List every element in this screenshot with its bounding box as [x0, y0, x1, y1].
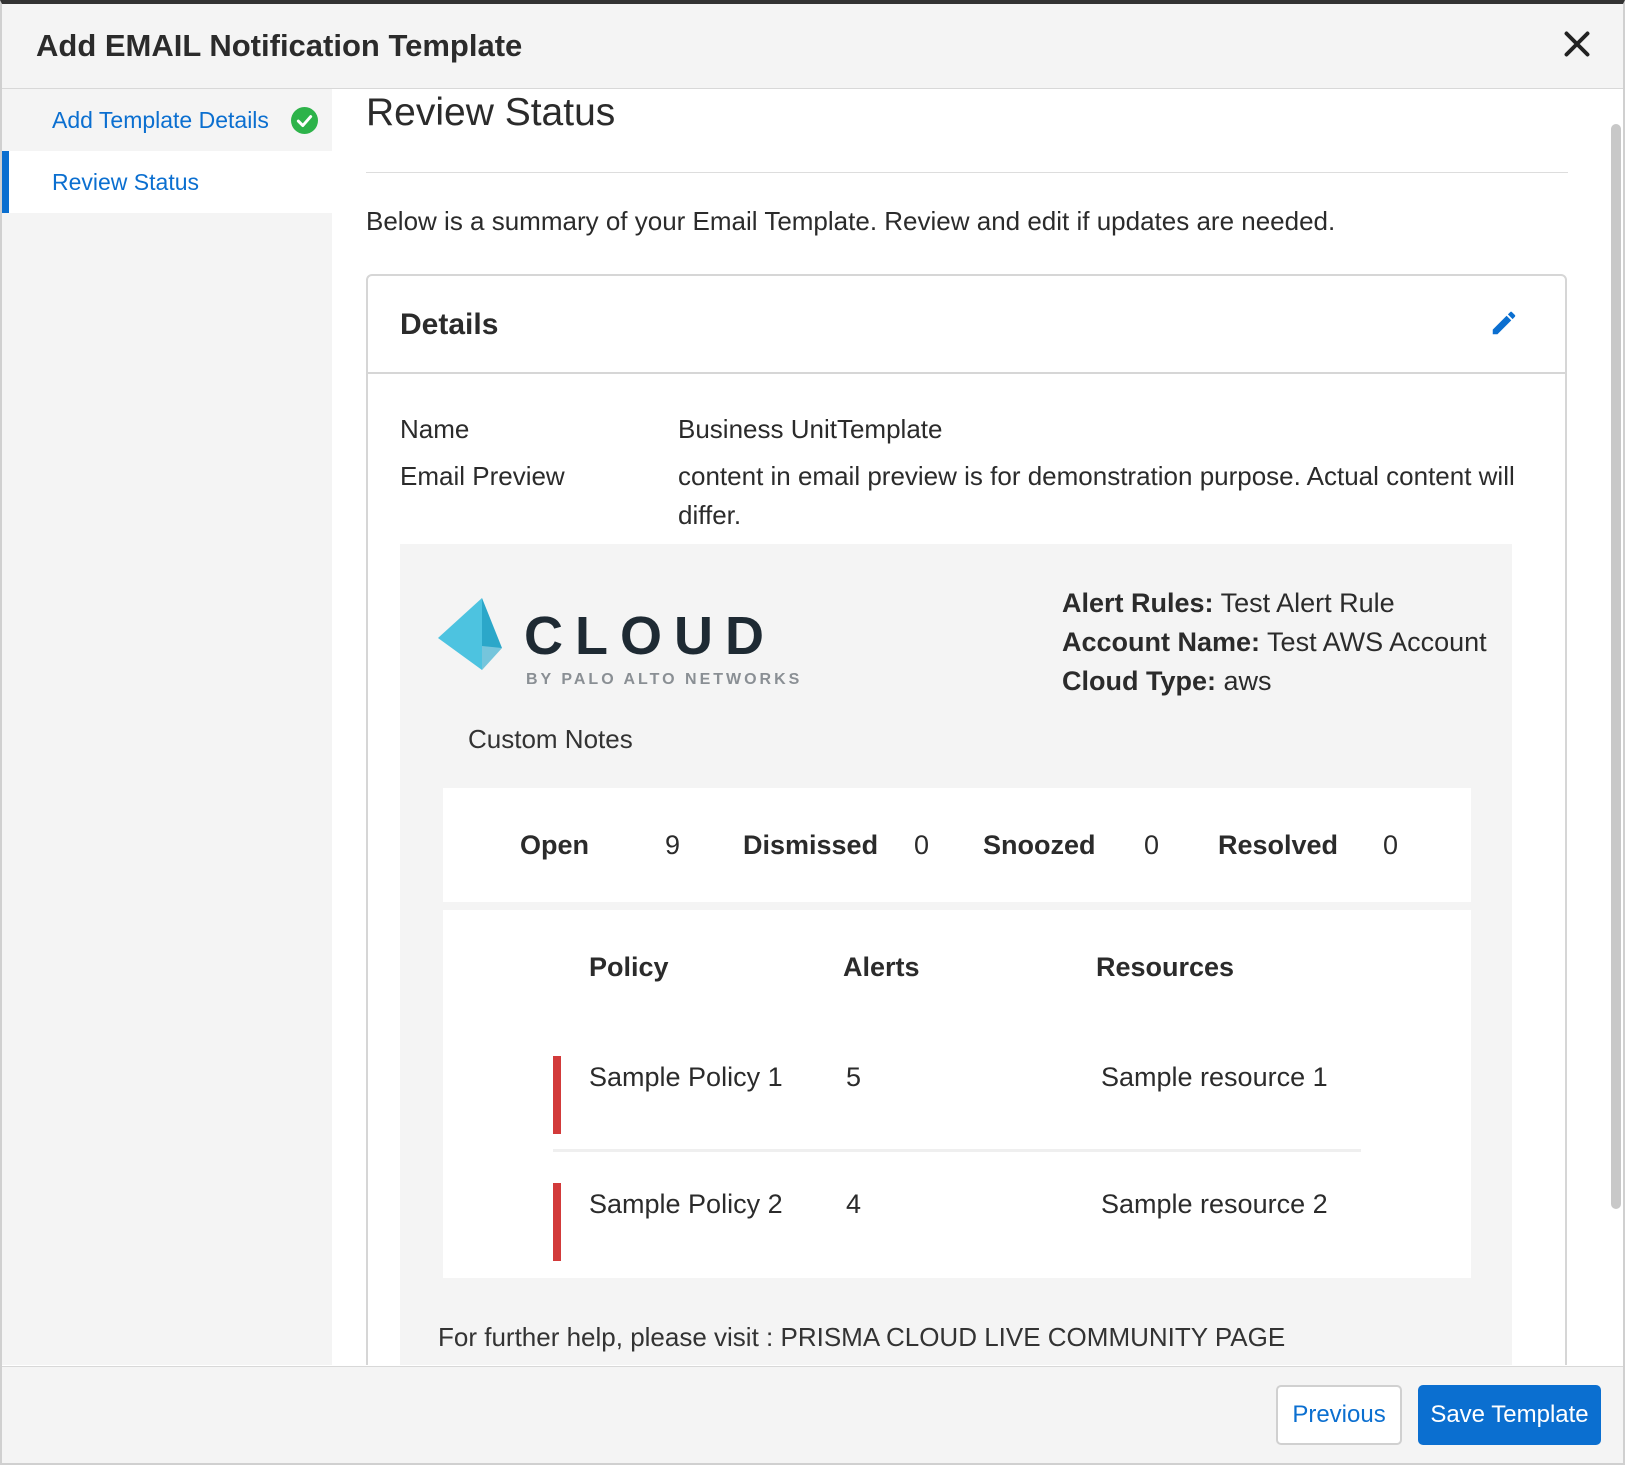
- modal-footer: Previous Save Template: [2, 1366, 1623, 1463]
- previous-button[interactable]: Previous: [1276, 1385, 1402, 1445]
- email-preview-label: Email Preview: [400, 461, 565, 491]
- check-circle-icon: [291, 107, 318, 134]
- close-icon[interactable]: [1559, 26, 1595, 62]
- sidebar-item-add-template-details[interactable]: Add Template Details: [2, 89, 332, 151]
- page-title: Review Status: [366, 91, 616, 134]
- divider: [366, 172, 1568, 173]
- alert-status-counts: Open 9 Dismissed 0 Snoozed 0 Resolved 0: [443, 788, 1471, 902]
- resource-cell: Sample resource 2: [1101, 1189, 1328, 1219]
- resource-cell: Sample resource 1: [1101, 1062, 1328, 1092]
- count-label-snoozed: Snoozed: [983, 830, 1096, 860]
- intro-text: Below is a summary of your Email Templat…: [366, 206, 1336, 236]
- count-value-open: 9: [665, 830, 681, 860]
- prisma-cloud-logo: CLOUD BY PALO ALTO NETWORKS: [438, 598, 802, 688]
- save-template-button[interactable]: Save Template: [1418, 1385, 1601, 1445]
- sidebar-item-review-status[interactable]: Review Status: [2, 151, 332, 213]
- column-header-resources: Resources: [1096, 952, 1235, 982]
- table-row: Sample Policy 1 5 Sample resource 1: [553, 1056, 1361, 1134]
- name-value: Business UnitTemplate: [678, 414, 943, 444]
- severity-bar: [553, 1056, 561, 1134]
- sidebar-item-label: Review Status: [52, 169, 200, 195]
- notification-template-modal: Add EMAIL Notification Template Add Temp…: [0, 0, 1625, 1465]
- details-title: Details: [400, 308, 499, 341]
- policy-cell: Sample Policy 1: [589, 1062, 783, 1092]
- email-preview-note: content in email preview is for demonstr…: [678, 461, 1515, 530]
- row-divider: [553, 1149, 1361, 1152]
- modal-header: Add EMAIL Notification Template: [2, 4, 1623, 89]
- details-card-header: Details: [368, 276, 1565, 374]
- scrollbar[interactable]: [1611, 124, 1621, 1209]
- account-name-label: Account Name:: [1062, 627, 1261, 657]
- policy-cell: Sample Policy 2: [589, 1189, 783, 1219]
- alerts-cell: 4: [846, 1189, 862, 1219]
- count-value-dismissed: 0: [914, 830, 930, 860]
- sidebar-item-label: Add Template Details: [52, 107, 269, 133]
- column-header-policy: Policy: [589, 952, 669, 982]
- alert-rules-value: Test Alert Rule: [1220, 588, 1395, 618]
- count-label-dismissed: Dismissed: [743, 830, 879, 860]
- details-card: Details Name Business UnitTemplate Email…: [366, 274, 1567, 1365]
- wizard-steps-sidebar: Add Template Details Review Status: [2, 89, 332, 1365]
- logo-subtitle: BY PALO ALTO NETWORKS: [526, 671, 802, 688]
- logo-wordmark: CLOUD: [524, 606, 776, 666]
- modal-title: Add EMAIL Notification Template: [36, 28, 523, 63]
- severity-bar: [553, 1183, 561, 1261]
- count-value-snoozed: 0: [1144, 830, 1160, 860]
- policy-table: Policy Alerts Resources Sample Policy 1 …: [443, 910, 1471, 1278]
- account-name-value: Test AWS Account: [1267, 627, 1487, 657]
- name-label: Name: [400, 414, 470, 444]
- cloud-type-label: Cloud Type:: [1062, 666, 1216, 696]
- alert-meta: Alert Rules: Test Alert Rule Account Nam…: [1062, 584, 1487, 701]
- custom-notes: Custom Notes: [468, 724, 633, 754]
- pencil-icon[interactable]: [1489, 308, 1519, 338]
- email-preview: CLOUD BY PALO ALTO NETWORKS Alert Rules:…: [400, 544, 1512, 1365]
- count-label-open: Open: [520, 830, 590, 860]
- column-header-alerts: Alerts: [843, 952, 920, 982]
- count-value-resolved: 0: [1383, 830, 1399, 860]
- alerts-cell: 5: [846, 1062, 862, 1092]
- community-link-text: For further help, please visit : PRISMA …: [438, 1322, 1286, 1352]
- alert-rules-label: Alert Rules:: [1062, 588, 1214, 618]
- count-label-resolved: Resolved: [1218, 830, 1339, 860]
- review-status-panel: Review Status Below is a summary of your…: [354, 89, 1580, 1365]
- table-row: Sample Policy 2 4 Sample resource 2: [553, 1183, 1361, 1261]
- cloud-type-value: aws: [1223, 666, 1272, 696]
